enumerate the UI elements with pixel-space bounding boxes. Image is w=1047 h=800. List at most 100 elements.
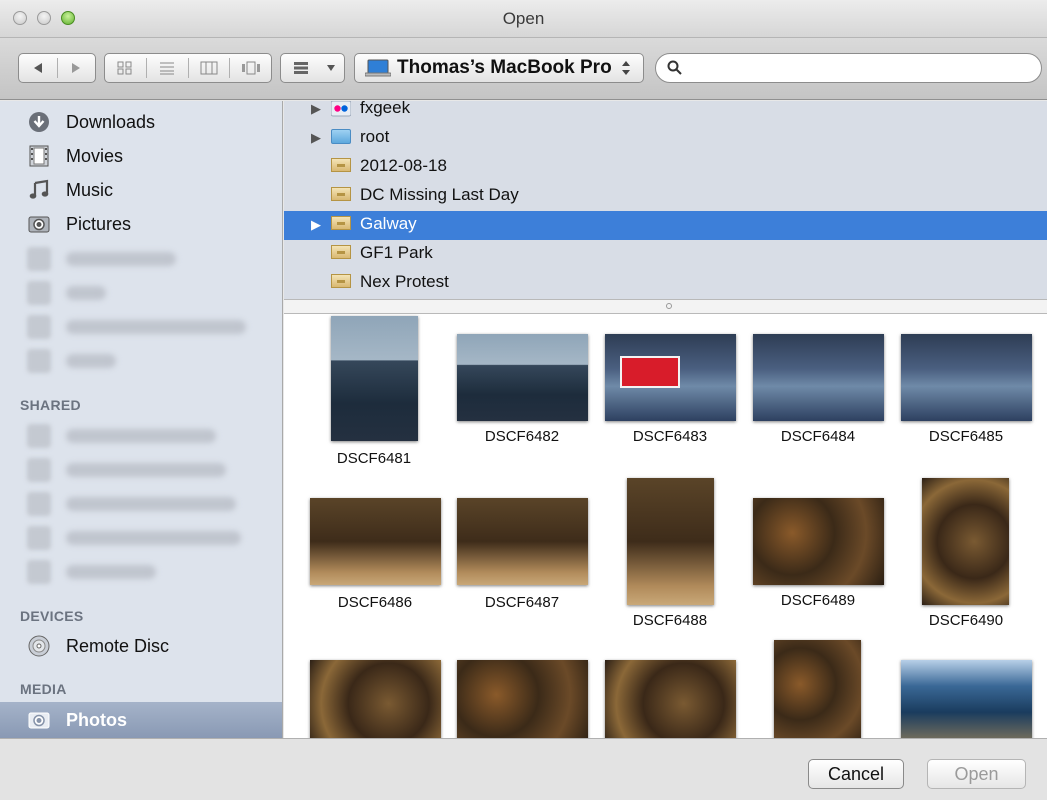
laptop-icon bbox=[365, 59, 391, 77]
event-icon bbox=[331, 274, 351, 292]
forward-arrow-icon bbox=[72, 63, 81, 73]
sidebar-item-label: Music bbox=[66, 179, 114, 200]
sidebar-item-label: Movies bbox=[66, 145, 124, 166]
open-button[interactable]: Open bbox=[927, 759, 1026, 789]
folder-icon bbox=[27, 281, 51, 305]
photo-grid: DSCF6481 DSCF6482 DSCF6483 DSCF6484 DSCF… bbox=[284, 314, 1047, 738]
sidebar-item-music[interactable]: Music bbox=[0, 173, 282, 207]
photo-name: DSCF6487 bbox=[484, 594, 560, 611]
sidebar-item-blurred[interactable] bbox=[0, 453, 282, 487]
photo-name: DSCF6490 bbox=[928, 612, 1004, 629]
forward-button[interactable] bbox=[57, 54, 95, 82]
event-icon bbox=[331, 187, 351, 205]
folder-icon bbox=[27, 349, 51, 373]
sidebar-item-blurred[interactable] bbox=[0, 555, 282, 589]
coverflow-view-icon bbox=[241, 61, 260, 75]
list-item-fxgeek[interactable]: ▶ fxgeek bbox=[284, 101, 1047, 124]
sidebar-item-blurred[interactable] bbox=[0, 344, 282, 378]
list-item-label: fxgeek bbox=[360, 101, 411, 117]
icon-view-button[interactable] bbox=[105, 54, 146, 82]
arrange-menu-button[interactable] bbox=[280, 53, 345, 83]
search-icon bbox=[667, 60, 682, 75]
folder-icon bbox=[331, 129, 351, 147]
computer-icon bbox=[27, 424, 51, 448]
list-item-galway[interactable]: ▶ Galway bbox=[284, 211, 1047, 240]
computer-icon bbox=[27, 492, 51, 516]
camera-icon bbox=[27, 212, 51, 236]
sidebar-section-devices: DEVICES bbox=[20, 608, 84, 624]
sidebar-item-downloads[interactable]: Downloads bbox=[0, 105, 282, 139]
sidebar-item-blurred[interactable] bbox=[0, 521, 282, 555]
photo-name: DSCF6481 bbox=[336, 450, 412, 467]
sidebar-item-blurred[interactable] bbox=[0, 419, 282, 453]
photo-name: DSCF6482 bbox=[484, 428, 560, 445]
music-note-icon bbox=[27, 178, 51, 202]
search-field[interactable] bbox=[655, 53, 1042, 83]
arrange-grid-icon bbox=[294, 62, 308, 74]
disclosure-triangle-icon[interactable]: ▶ bbox=[311, 101, 321, 117]
list-item-event[interactable]: DC Missing Last Day bbox=[284, 182, 1047, 211]
search-input[interactable] bbox=[690, 59, 1030, 79]
list-item-event[interactable]: 2012-08-18 bbox=[284, 153, 1047, 182]
folder-icon bbox=[27, 315, 51, 339]
photo-name: DSCF6483 bbox=[632, 428, 708, 445]
list-item-label: DC Missing Last Day bbox=[360, 185, 519, 204]
back-button[interactable] bbox=[19, 54, 57, 82]
list-item-event[interactable]: Nex Protest bbox=[284, 269, 1047, 298]
dialog-button-bar: Cancel Open bbox=[0, 738, 1047, 800]
split-view-divider[interactable] bbox=[284, 299, 1047, 314]
list-view-button[interactable] bbox=[147, 54, 188, 82]
photo-name: DSCF6488 bbox=[632, 612, 708, 629]
photo-name: DSCF6489 bbox=[780, 592, 856, 609]
chevron-down-icon bbox=[327, 65, 335, 71]
disclosure-triangle-icon[interactable]: ▶ bbox=[311, 130, 321, 146]
flickr-icon bbox=[330, 101, 352, 118]
sidebar-item-remote-disc[interactable]: Remote Disc bbox=[0, 629, 282, 663]
sidebar-section-media: MEDIA bbox=[20, 681, 67, 697]
media-browser-list: ▶ fxgeek ▶ root 2012-08-18 DC Missing La… bbox=[284, 101, 1047, 299]
list-item-label: 2012-08-18 bbox=[360, 156, 447, 175]
event-icon bbox=[331, 158, 351, 176]
window-title: Open bbox=[502, 9, 545, 28]
cancel-button[interactable]: Cancel bbox=[808, 759, 904, 789]
list-view-icon bbox=[160, 62, 175, 75]
sidebar-item-blurred[interactable] bbox=[0, 276, 282, 310]
computer-icon bbox=[27, 526, 51, 550]
download-icon bbox=[27, 110, 51, 134]
divider-handle-icon bbox=[666, 303, 672, 309]
event-icon bbox=[331, 216, 351, 234]
sidebar-item-blurred[interactable] bbox=[0, 487, 282, 521]
camera-icon bbox=[27, 708, 51, 732]
sidebar: Downloads Movies Music Pictures SHARED D… bbox=[0, 101, 283, 738]
film-icon bbox=[27, 144, 51, 168]
list-item-event[interactable]: GF1 Park bbox=[284, 240, 1047, 269]
back-arrow-icon bbox=[33, 63, 42, 73]
disclosure-triangle-icon[interactable]: ▶ bbox=[311, 217, 321, 233]
photo-name: DSCF6484 bbox=[780, 428, 856, 445]
sidebar-item-photos[interactable]: Photos bbox=[0, 702, 282, 738]
icon-view-icon bbox=[117, 61, 132, 75]
sidebar-item-label: Downloads bbox=[66, 111, 156, 132]
disc-icon bbox=[27, 634, 51, 658]
toolbar: Thomas’s MacBook Pro bbox=[0, 38, 1047, 100]
event-icon bbox=[331, 245, 351, 263]
view-mode-control bbox=[104, 53, 272, 83]
updown-chevron-icon bbox=[622, 61, 630, 75]
photo-name: DSCF6486 bbox=[337, 594, 413, 611]
list-item-root[interactable]: ▶ root bbox=[284, 124, 1047, 153]
sidebar-item-blurred[interactable] bbox=[0, 310, 282, 344]
sidebar-item-pictures[interactable]: Pictures bbox=[0, 207, 282, 241]
location-popup[interactable]: Thomas’s MacBook Pro bbox=[354, 53, 644, 83]
folder-icon bbox=[27, 247, 51, 271]
coverflow-view-button[interactable] bbox=[230, 54, 271, 82]
computer-icon bbox=[27, 458, 51, 482]
column-view-icon bbox=[200, 61, 218, 75]
sidebar-item-label: Remote Disc bbox=[66, 635, 170, 656]
list-item-label: Galway bbox=[360, 214, 417, 233]
column-view-button[interactable] bbox=[189, 54, 230, 82]
sidebar-item-movies[interactable]: Movies bbox=[0, 139, 282, 173]
sidebar-item-blurred[interactable] bbox=[0, 242, 282, 276]
list-item-label: root bbox=[360, 127, 390, 146]
list-item-label: Nex Protest bbox=[360, 272, 449, 291]
list-item-label: GF1 Park bbox=[360, 243, 433, 262]
